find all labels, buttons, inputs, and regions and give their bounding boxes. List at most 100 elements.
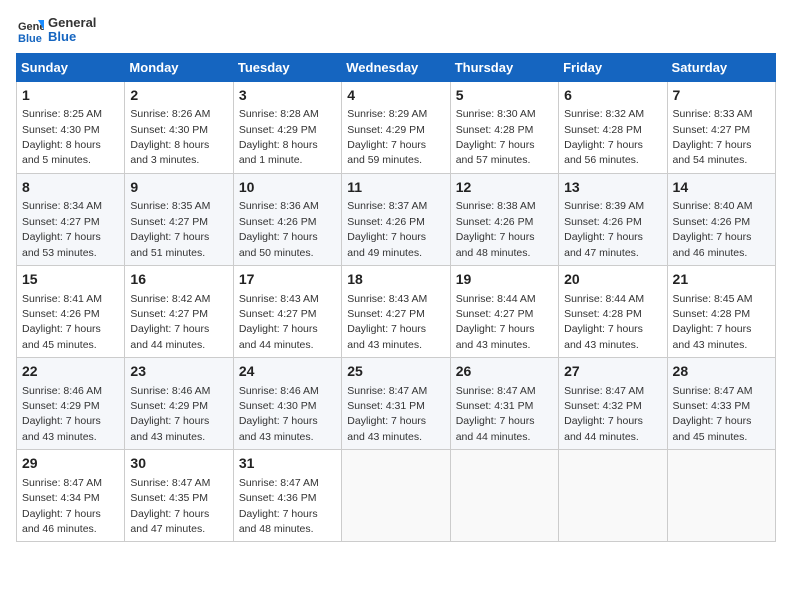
calendar-day-cell: 7 Sunrise: 8:33 AMSunset: 4:27 PMDayligh… bbox=[667, 81, 775, 173]
day-number: 21 bbox=[673, 270, 770, 290]
day-info: Sunrise: 8:40 AMSunset: 4:26 PMDaylight:… bbox=[673, 200, 753, 258]
calendar-day-cell: 12 Sunrise: 8:38 AMSunset: 4:26 PMDaylig… bbox=[450, 173, 558, 265]
calendar-day-cell: 19 Sunrise: 8:44 AMSunset: 4:27 PMDaylig… bbox=[450, 265, 558, 357]
logo-icon: General Blue bbox=[16, 16, 44, 44]
calendar-day-cell: 6 Sunrise: 8:32 AMSunset: 4:28 PMDayligh… bbox=[559, 81, 667, 173]
day-number: 17 bbox=[239, 270, 336, 290]
calendar-week-row: 15 Sunrise: 8:41 AMSunset: 4:26 PMDaylig… bbox=[17, 265, 776, 357]
day-info: Sunrise: 8:47 AMSunset: 4:33 PMDaylight:… bbox=[673, 385, 753, 443]
day-info: Sunrise: 8:43 AMSunset: 4:27 PMDaylight:… bbox=[239, 293, 319, 351]
day-info: Sunrise: 8:47 AMSunset: 4:31 PMDaylight:… bbox=[347, 385, 427, 443]
day-number: 6 bbox=[564, 86, 661, 106]
calendar-day-cell bbox=[450, 450, 558, 542]
weekday-header-sunday: Sunday bbox=[17, 53, 125, 81]
day-info: Sunrise: 8:30 AMSunset: 4:28 PMDaylight:… bbox=[456, 108, 536, 166]
svg-text:Blue: Blue bbox=[18, 33, 42, 44]
day-number: 22 bbox=[22, 362, 119, 382]
day-info: Sunrise: 8:46 AMSunset: 4:29 PMDaylight:… bbox=[130, 385, 210, 443]
day-number: 30 bbox=[130, 454, 227, 474]
day-number: 3 bbox=[239, 86, 336, 106]
day-info: Sunrise: 8:47 AMSunset: 4:31 PMDaylight:… bbox=[456, 385, 536, 443]
calendar-week-row: 22 Sunrise: 8:46 AMSunset: 4:29 PMDaylig… bbox=[17, 358, 776, 450]
day-info: Sunrise: 8:32 AMSunset: 4:28 PMDaylight:… bbox=[564, 108, 644, 166]
calendar-day-cell: 17 Sunrise: 8:43 AMSunset: 4:27 PMDaylig… bbox=[233, 265, 341, 357]
day-info: Sunrise: 8:33 AMSunset: 4:27 PMDaylight:… bbox=[673, 108, 753, 166]
day-info: Sunrise: 8:42 AMSunset: 4:27 PMDaylight:… bbox=[130, 293, 210, 351]
day-number: 8 bbox=[22, 178, 119, 198]
calendar-day-cell: 29 Sunrise: 8:47 AMSunset: 4:34 PMDaylig… bbox=[17, 450, 125, 542]
weekday-header-saturday: Saturday bbox=[667, 53, 775, 81]
day-number: 16 bbox=[130, 270, 227, 290]
logo: General Blue General Blue bbox=[16, 16, 96, 45]
weekday-header-friday: Friday bbox=[559, 53, 667, 81]
day-number: 12 bbox=[456, 178, 553, 198]
day-info: Sunrise: 8:26 AMSunset: 4:30 PMDaylight:… bbox=[130, 108, 210, 166]
day-number: 31 bbox=[239, 454, 336, 474]
calendar-day-cell bbox=[342, 450, 450, 542]
calendar-day-cell: 26 Sunrise: 8:47 AMSunset: 4:31 PMDaylig… bbox=[450, 358, 558, 450]
weekday-header-monday: Monday bbox=[125, 53, 233, 81]
day-number: 13 bbox=[564, 178, 661, 198]
calendar-day-cell: 3 Sunrise: 8:28 AMSunset: 4:29 PMDayligh… bbox=[233, 81, 341, 173]
day-number: 18 bbox=[347, 270, 444, 290]
day-info: Sunrise: 8:41 AMSunset: 4:26 PMDaylight:… bbox=[22, 293, 102, 351]
day-number: 9 bbox=[130, 178, 227, 198]
calendar-day-cell: 27 Sunrise: 8:47 AMSunset: 4:32 PMDaylig… bbox=[559, 358, 667, 450]
day-info: Sunrise: 8:45 AMSunset: 4:28 PMDaylight:… bbox=[673, 293, 753, 351]
day-number: 2 bbox=[130, 86, 227, 106]
calendar-day-cell: 31 Sunrise: 8:47 AMSunset: 4:36 PMDaylig… bbox=[233, 450, 341, 542]
day-info: Sunrise: 8:43 AMSunset: 4:27 PMDaylight:… bbox=[347, 293, 427, 351]
calendar-day-cell: 5 Sunrise: 8:30 AMSunset: 4:28 PMDayligh… bbox=[450, 81, 558, 173]
day-info: Sunrise: 8:44 AMSunset: 4:28 PMDaylight:… bbox=[564, 293, 644, 351]
calendar-day-cell: 30 Sunrise: 8:47 AMSunset: 4:35 PMDaylig… bbox=[125, 450, 233, 542]
logo-wordmark: General Blue bbox=[48, 16, 96, 45]
day-number: 11 bbox=[347, 178, 444, 198]
page-header: General Blue General Blue bbox=[16, 16, 776, 45]
day-info: Sunrise: 8:39 AMSunset: 4:26 PMDaylight:… bbox=[564, 200, 644, 258]
day-info: Sunrise: 8:28 AMSunset: 4:29 PMDaylight:… bbox=[239, 108, 319, 166]
calendar-day-cell: 23 Sunrise: 8:46 AMSunset: 4:29 PMDaylig… bbox=[125, 358, 233, 450]
day-info: Sunrise: 8:37 AMSunset: 4:26 PMDaylight:… bbox=[347, 200, 427, 258]
calendar-day-cell: 10 Sunrise: 8:36 AMSunset: 4:26 PMDaylig… bbox=[233, 173, 341, 265]
day-number: 28 bbox=[673, 362, 770, 382]
day-info: Sunrise: 8:36 AMSunset: 4:26 PMDaylight:… bbox=[239, 200, 319, 258]
calendar-day-cell: 14 Sunrise: 8:40 AMSunset: 4:26 PMDaylig… bbox=[667, 173, 775, 265]
day-info: Sunrise: 8:47 AMSunset: 4:34 PMDaylight:… bbox=[22, 477, 102, 535]
calendar-day-cell: 1 Sunrise: 8:25 AMSunset: 4:30 PMDayligh… bbox=[17, 81, 125, 173]
day-number: 20 bbox=[564, 270, 661, 290]
calendar-day-cell: 4 Sunrise: 8:29 AMSunset: 4:29 PMDayligh… bbox=[342, 81, 450, 173]
day-number: 7 bbox=[673, 86, 770, 106]
calendar-table: SundayMondayTuesdayWednesdayThursdayFrid… bbox=[16, 53, 776, 543]
calendar-day-cell: 2 Sunrise: 8:26 AMSunset: 4:30 PMDayligh… bbox=[125, 81, 233, 173]
calendar-day-cell bbox=[559, 450, 667, 542]
calendar-day-cell: 21 Sunrise: 8:45 AMSunset: 4:28 PMDaylig… bbox=[667, 265, 775, 357]
calendar-week-row: 1 Sunrise: 8:25 AMSunset: 4:30 PMDayligh… bbox=[17, 81, 776, 173]
day-info: Sunrise: 8:38 AMSunset: 4:26 PMDaylight:… bbox=[456, 200, 536, 258]
day-info: Sunrise: 8:29 AMSunset: 4:29 PMDaylight:… bbox=[347, 108, 427, 166]
calendar-day-cell: 20 Sunrise: 8:44 AMSunset: 4:28 PMDaylig… bbox=[559, 265, 667, 357]
day-info: Sunrise: 8:44 AMSunset: 4:27 PMDaylight:… bbox=[456, 293, 536, 351]
day-number: 15 bbox=[22, 270, 119, 290]
day-number: 26 bbox=[456, 362, 553, 382]
calendar-header-row: SundayMondayTuesdayWednesdayThursdayFrid… bbox=[17, 53, 776, 81]
calendar-day-cell: 18 Sunrise: 8:43 AMSunset: 4:27 PMDaylig… bbox=[342, 265, 450, 357]
calendar-day-cell: 28 Sunrise: 8:47 AMSunset: 4:33 PMDaylig… bbox=[667, 358, 775, 450]
weekday-header-thursday: Thursday bbox=[450, 53, 558, 81]
day-number: 23 bbox=[130, 362, 227, 382]
day-info: Sunrise: 8:35 AMSunset: 4:27 PMDaylight:… bbox=[130, 200, 210, 258]
day-number: 10 bbox=[239, 178, 336, 198]
day-info: Sunrise: 8:46 AMSunset: 4:29 PMDaylight:… bbox=[22, 385, 102, 443]
day-info: Sunrise: 8:34 AMSunset: 4:27 PMDaylight:… bbox=[22, 200, 102, 258]
day-info: Sunrise: 8:46 AMSunset: 4:30 PMDaylight:… bbox=[239, 385, 319, 443]
calendar-week-row: 8 Sunrise: 8:34 AMSunset: 4:27 PMDayligh… bbox=[17, 173, 776, 265]
day-number: 25 bbox=[347, 362, 444, 382]
weekday-header-tuesday: Tuesday bbox=[233, 53, 341, 81]
day-number: 19 bbox=[456, 270, 553, 290]
calendar-day-cell: 11 Sunrise: 8:37 AMSunset: 4:26 PMDaylig… bbox=[342, 173, 450, 265]
day-number: 1 bbox=[22, 86, 119, 106]
day-number: 14 bbox=[673, 178, 770, 198]
weekday-header-wednesday: Wednesday bbox=[342, 53, 450, 81]
day-info: Sunrise: 8:47 AMSunset: 4:36 PMDaylight:… bbox=[239, 477, 319, 535]
calendar-day-cell bbox=[667, 450, 775, 542]
calendar-day-cell: 16 Sunrise: 8:42 AMSunset: 4:27 PMDaylig… bbox=[125, 265, 233, 357]
